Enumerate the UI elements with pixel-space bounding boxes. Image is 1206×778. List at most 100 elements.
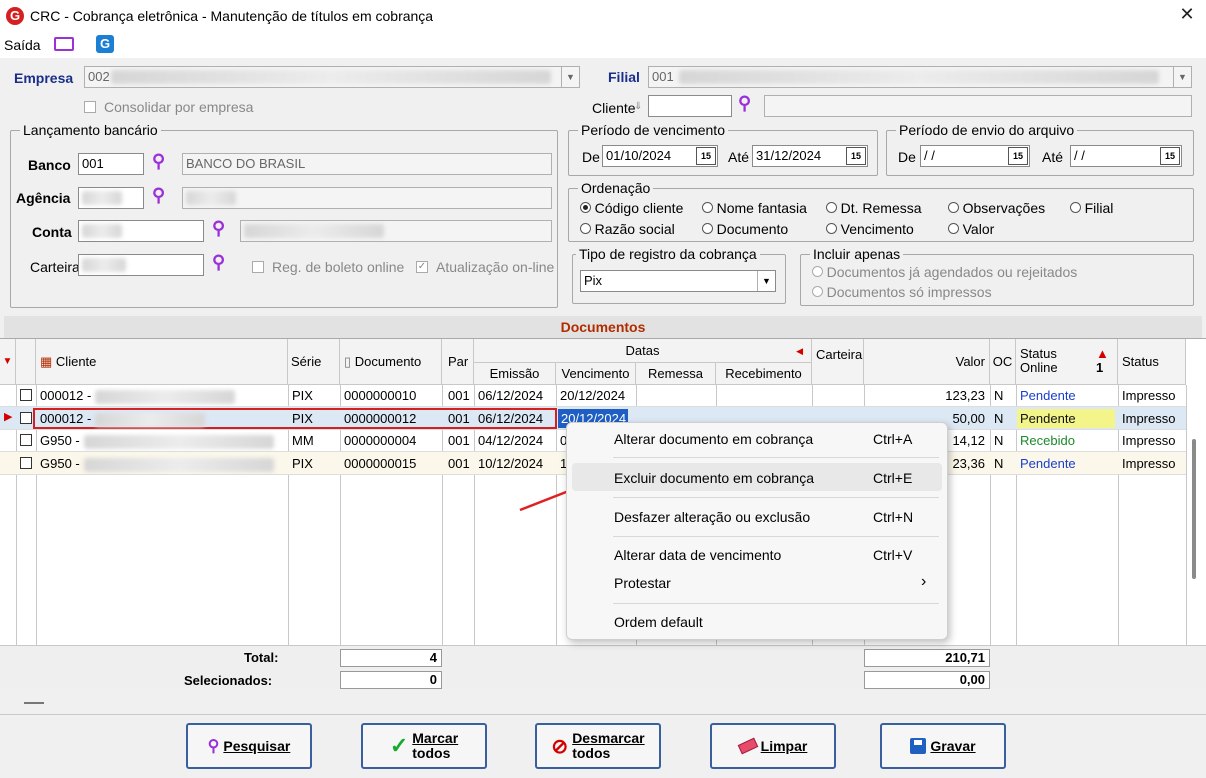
context-menu: Alterar documento em cobrança Ctrl+A Exc… [566,422,948,640]
pesquisar-button[interactable]: ⚲ Pesquisar [186,723,312,769]
filial-select[interactable]: 001 ▼ [648,66,1192,88]
header-documento[interactable]: ▯ Documento [340,339,442,385]
header-cliente[interactable]: ▦ Cliente [36,339,288,385]
divider [0,714,1206,715]
calendar-icon[interactable]: 15 [1008,147,1028,165]
collapse-icon[interactable]: ◀ [796,339,803,363]
header-oc[interactable]: OC [990,339,1016,385]
search-icon[interactable]: ⚲ [152,185,165,206]
ordenacao-option-8[interactable]: Valor [948,221,994,237]
search-icon[interactable]: ⚲ [152,151,165,172]
banco-input[interactable]: 001 [78,153,144,175]
ordenacao-option-7[interactable]: Vencimento [826,221,914,237]
header-emissao[interactable]: Emissão [474,363,556,385]
cell-par: 001 [448,388,470,403]
sort-asc-icon: ▲ 1 [1096,346,1109,375]
agencia-name-field [182,187,552,209]
calendar-icon[interactable]: 15 [696,147,716,165]
ordenacao-option-5[interactable]: Razão social [580,221,675,237]
empresa-name-redacted [111,70,551,84]
header-serie[interactable]: Série [288,339,340,385]
tipo-registro-select[interactable]: Pix ▼ [580,270,776,292]
cell-oc: N [994,411,1004,426]
incluir-option-impressos[interactable]: Documentos só impressos [812,284,992,300]
calendar-icon[interactable]: 15 [1160,147,1180,165]
consolidar-checkbox[interactable] [84,101,96,113]
menu-item-protestar[interactable]: Protestar [614,575,671,591]
g-logo-icon[interactable]: G [96,35,114,53]
cell-documento: 0000000004 [344,433,417,448]
save-disk-icon [910,738,927,754]
menu-item-alterar-vencimento[interactable]: Alterar data de vencimento [614,547,781,563]
row-checkbox[interactable] [20,412,32,424]
ordenacao-option-6[interactable]: Documento [702,221,788,237]
cell-cliente: 000012 - [37,408,287,429]
menu-saida[interactable]: Saída [4,37,41,53]
ordenacao-option-2[interactable]: Dt. Remessa [826,200,922,216]
document-icon: ▯ [344,354,352,369]
selecionados-valor: 0,00 [864,671,990,689]
tipo-registro-value: Pix [584,273,603,288]
atualizacao-checkbox[interactable]: ✓ [416,261,428,273]
header-remessa[interactable]: Remessa [636,363,716,385]
monitor-icon[interactable] [54,37,74,51]
marcar-todos-button[interactable]: ✓ Marcar todos [361,723,487,769]
close-icon[interactable]: ✕ [1176,4,1198,25]
splitter-handle[interactable] [24,702,44,704]
cell-par: 001 [448,411,470,426]
row-checkbox[interactable] [20,434,32,446]
cliente-name-field [764,95,1192,117]
carteira-input[interactable] [78,254,204,276]
row-checkbox[interactable] [20,457,32,469]
limpar-button[interactable]: Limpar [710,723,836,769]
header-valor[interactable]: Valor [864,339,990,385]
cell-cliente: G950 - [37,430,287,451]
chevron-down-icon[interactable]: ▼ [561,67,579,87]
menu-item-excluir-documento[interactable]: Excluir documento em cobrança [614,470,814,486]
venc-ate-label: Até [728,149,750,165]
search-icon[interactable]: ⚲ [738,93,751,114]
menu-bar: Saída G [0,32,1206,58]
reg-boleto-checkbox[interactable] [252,261,264,273]
table-row[interactable]: 000012 - PIX 0000000010 001 06/12/2024 2… [0,385,1186,407]
empresa-select[interactable]: 002 ▼ [84,66,580,88]
search-icon[interactable]: ⚲ [212,218,225,239]
calendar-icon[interactable]: 15 [846,147,866,165]
agencia-input[interactable] [78,187,144,209]
ordenacao-option-1[interactable]: Nome fantasia [702,200,807,216]
header-status-online[interactable]: Status Online ▲ 1 [1016,339,1118,385]
header-recebimento[interactable]: Recebimento [716,363,812,385]
header-carteira[interactable]: Carteira [812,339,864,385]
banco-name-field: BANCO DO BRASIL [182,153,552,175]
gift-icon: ▦ [40,354,53,369]
gravar-button[interactable]: Gravar [880,723,1006,769]
menu-item-ordem-default[interactable]: Ordem default [614,614,703,630]
desmarcar-todos-button[interactable]: ⊘ Desmarcar todos [535,723,661,769]
ordenacao-option-0[interactable]: Código cliente [580,200,683,216]
grid-menu-icon[interactable]: ▼ [0,339,16,385]
header-status[interactable]: Status [1118,339,1186,385]
chevron-down-icon[interactable]: ▼ [757,271,775,291]
chevron-down-icon[interactable]: ▼ [1173,67,1191,87]
header-par[interactable]: Par [442,339,474,385]
shortcut-ctrl-n: Ctrl+N [873,509,914,525]
ordenacao-option-3[interactable]: Observações [948,200,1045,216]
menu-item-desfazer[interactable]: Desfazer alteração ou exclusão [614,509,810,525]
header-vencimento[interactable]: Vencimento [556,363,636,385]
incluir-option-agendados[interactable]: Documentos já agendados ou rejeitados [812,264,1077,280]
cell-cliente: G950 - [37,453,287,474]
conta-input[interactable] [78,220,204,242]
cliente-input[interactable] [648,95,732,117]
lancamento-title: Lançamento bancário [20,122,161,138]
cell-oc: N [994,388,1004,403]
vertical-scrollbar[interactable] [1192,439,1196,579]
menu-item-alterar-documento[interactable]: Alterar documento em cobrança [614,431,813,447]
eraser-icon [737,737,758,755]
ordenacao-option-4[interactable]: Filial [1070,200,1113,216]
documentos-title: Documentos [4,316,1202,338]
search-icon[interactable]: ⚲ [212,252,225,273]
venc-de-label: De [582,149,600,165]
row-checkbox[interactable] [20,389,32,401]
cell-emissao: 06/12/2024 [478,411,544,426]
conta-label: Conta [32,224,72,240]
